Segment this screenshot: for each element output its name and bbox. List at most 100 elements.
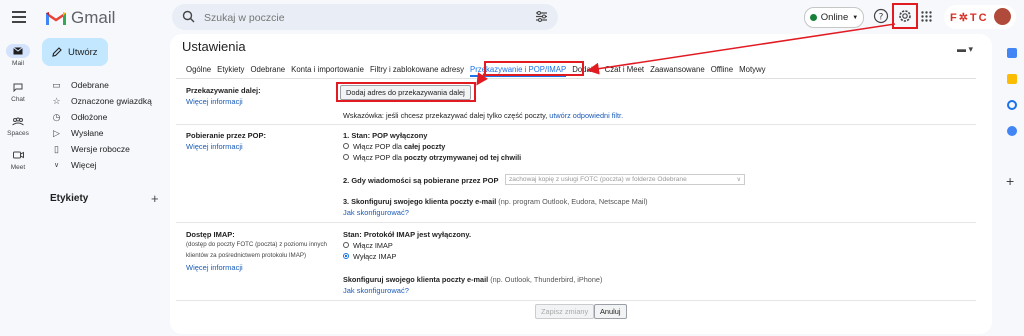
nav-label: Oznaczone gwiazdką <box>71 96 152 106</box>
status-dot <box>809 14 817 21</box>
imap-more-link[interactable]: Więcej informacji <box>186 263 243 272</box>
imap-config-rest: (np. Outlook, Thunderbird, iPhone) <box>490 275 603 284</box>
labels-heading: Etykiety <box>50 193 89 204</box>
app-name: Gmail <box>71 8 116 27</box>
gmail-logo[interactable]: Gmail <box>46 8 115 28</box>
nav-item-snoozed[interactable]: ◷ Odłożone <box>52 110 108 124</box>
main-menu-button[interactable] <box>10 8 28 26</box>
rail-item-mail[interactable]: Mail <box>2 44 34 67</box>
pop-option-new[interactable]: Włącz POP dla poczty otrzymywanej od tej… <box>343 153 521 162</box>
search-options-icon[interactable] <box>535 10 548 23</box>
cancel-button[interactable]: Anuluj <box>594 304 627 319</box>
chevron-down-icon: ∨ <box>53 162 60 169</box>
pop-option-bold: całej poczty <box>403 142 446 151</box>
tab-general[interactable]: Ogólne <box>186 65 211 77</box>
radio-pop-all[interactable] <box>343 143 349 150</box>
meet-icon <box>6 148 30 162</box>
nav-label: Wersje robocze <box>71 144 130 154</box>
pop-step3: 3. Skonfiguruj swojego klienta poczty e-… <box>343 197 648 206</box>
rail-item-chat[interactable]: Chat <box>2 80 34 103</box>
imap-desc-line2: klientów za pośrednictwem protokołu IMAP… <box>186 252 307 259</box>
settings-highlight-box <box>892 3 918 29</box>
create-filter-link[interactable]: utwórz odpowiedni filtr. <box>549 111 623 120</box>
nav-item-sent[interactable]: ▷ Wysłane <box>52 126 104 140</box>
rail-item-meet[interactable]: Meet <box>2 148 34 171</box>
tab-chat-meet[interactable]: Czat i Meet <box>605 65 644 77</box>
button-highlight-box <box>336 82 476 102</box>
contacts-icon[interactable] <box>1007 126 1017 136</box>
add-addon-icon[interactable]: + <box>1006 174 1014 188</box>
pop-step3-bold: 3. Skonfiguruj swojego klienta poczty e-… <box>343 197 497 206</box>
compose-label: Utwórz <box>68 46 98 58</box>
spaces-icon <box>6 114 30 128</box>
pop-status: 1. Stan: POP wyłączony <box>343 131 428 140</box>
apps-grid-icon[interactable] <box>921 11 932 22</box>
imap-config: Skonfiguruj swojego klienta poczty e-mai… <box>343 275 602 284</box>
page-title: Ustawienia <box>182 39 246 54</box>
search-icon[interactable] <box>182 10 195 23</box>
input-tools-icon[interactable]: ▬ ▾ <box>957 44 973 55</box>
imap-desc-line1: (dostęp do poczty FOTC (poczta) z poziom… <box>186 241 327 248</box>
tabs-divider <box>176 78 976 79</box>
forwarding-more-link[interactable]: Więcej informacji <box>186 97 243 106</box>
tab-accounts[interactable]: Konta i importowanie <box>291 65 364 77</box>
nav-item-inbox[interactable]: ▭ Odebrane <box>52 78 109 92</box>
star-icon: ☆ <box>52 95 61 106</box>
nav-item-drafts[interactable]: ▯ Wersje robocze <box>52 142 130 156</box>
rail-item-spaces[interactable]: Spaces <box>2 114 34 137</box>
settings-tabs: Ogólne Etykiety Odebrane Konta i importo… <box>186 65 766 77</box>
clock-icon: ◷ <box>52 111 61 122</box>
pop-action-value: zachowaj kopię z usługi FOTC (poczta) w … <box>509 176 687 183</box>
nav-label: Wysłane <box>71 128 104 138</box>
pop-howto-link[interactable]: Jak skonfigurować? <box>343 208 409 217</box>
pop-action-select[interactable]: zachowaj kopię z usługi FOTC (poczta) w … <box>505 174 745 185</box>
keep-icon[interactable] <box>1007 74 1017 84</box>
chat-icon <box>6 80 30 94</box>
search-input[interactable] <box>202 8 506 28</box>
search-bar[interactable] <box>172 4 558 30</box>
imap-howto-link[interactable]: Jak skonfigurować? <box>343 286 409 295</box>
chevron-down-icon: ∨ <box>736 177 741 183</box>
imap-option-off[interactable]: Wyłącz IMAP <box>343 252 396 261</box>
imap-option-on[interactable]: Włącz IMAP <box>343 241 393 250</box>
radio-imap-on[interactable] <box>343 242 349 249</box>
nav-item-starred[interactable]: ☆ Oznaczone gwiazdką <box>52 94 152 108</box>
status-label: Online <box>820 12 849 23</box>
rail-label: Mail <box>12 60 24 67</box>
tab-filters[interactable]: Filtry i zablokowane adresy <box>370 65 464 77</box>
radio-imap-off[interactable] <box>343 253 349 260</box>
calendar-icon[interactable] <box>1007 48 1017 58</box>
forwarding-hint: Wskazówka: jeśli chcesz przekazywać dale… <box>343 111 623 120</box>
send-icon: ▷ <box>53 127 60 138</box>
section-divider <box>176 300 976 301</box>
save-changes-button[interactable]: Zapisz zmiany <box>535 304 595 319</box>
compose-button[interactable]: Utwórz <box>42 38 108 66</box>
tab-highlight-box <box>484 61 584 76</box>
tasks-icon[interactable] <box>1007 100 1017 110</box>
imap-status: Stan: Protokół IMAP jest wyłączony. <box>343 230 472 239</box>
forwarding-hint-text: Wskazówka: jeśli chcesz przekazywać dale… <box>343 111 548 120</box>
nav-item-more[interactable]: ∨ Więcej <box>52 158 97 172</box>
imap-label: Dostęp IMAP: <box>186 230 235 239</box>
pop-more-link[interactable]: Więcej informacji <box>186 142 243 151</box>
nav-label: Więcej <box>71 160 97 170</box>
brand-text: F✲TC <box>950 11 989 24</box>
pop-option-bold: poczty otrzymywanej od tej chwili <box>403 153 522 162</box>
nav-label: Odłożone <box>71 112 108 122</box>
tab-advanced[interactable]: Zaawansowane <box>650 65 705 77</box>
avatar[interactable] <box>994 8 1011 25</box>
imap-option-text: Wyłącz IMAP <box>353 252 397 261</box>
inbox-icon: ▭ <box>52 79 61 90</box>
tab-labels[interactable]: Etykiety <box>217 65 244 77</box>
radio-pop-new[interactable] <box>343 154 349 161</box>
tab-offline[interactable]: Offline <box>711 65 733 77</box>
pop-option-all[interactable]: Włącz POP dla całej poczty <box>343 142 445 151</box>
add-label-button[interactable]: + <box>151 191 159 206</box>
draft-icon: ▯ <box>54 143 59 154</box>
tab-inbox[interactable]: Odebrane <box>250 65 285 77</box>
rail-label: Spaces <box>7 130 29 137</box>
status-selector[interactable]: Online ▼ <box>804 7 864 28</box>
tab-themes[interactable]: Motywy <box>739 65 765 77</box>
help-icon[interactable]: ? <box>873 8 889 24</box>
chevron-down-icon: ▼ <box>852 14 859 21</box>
